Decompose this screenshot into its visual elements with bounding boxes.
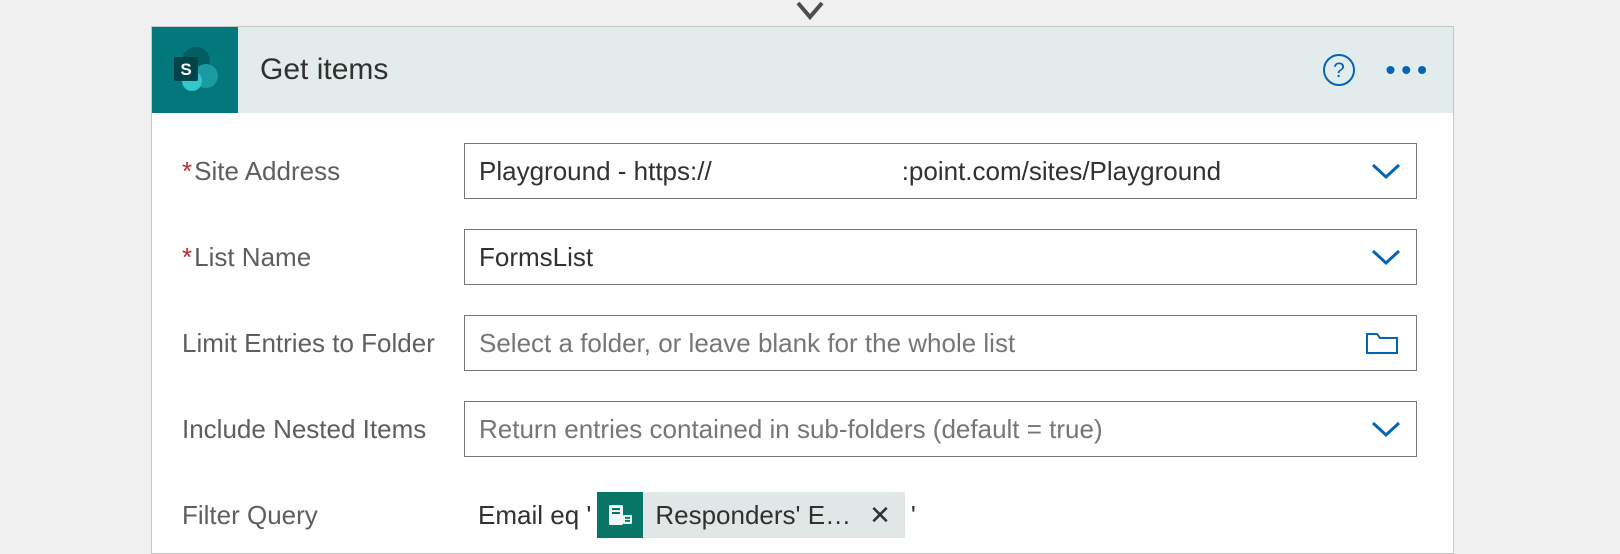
limit-folder-input[interactable]: Select a folder, or leave blank for the … [464,315,1417,371]
chevron-down-icon[interactable] [1362,248,1402,266]
card-title: Get items [260,53,388,87]
include-nested-input[interactable]: Return entries contained in sub-folders … [464,401,1417,457]
limit-folder-label: Limit Entries to Folder [182,328,464,359]
flow-arrow-icon [795,0,825,24]
more-menu-icon[interactable]: ••• [1386,54,1433,86]
filter-query-input[interactable]: Email eq ' Responde [464,487,1417,543]
include-nested-label: Include Nested Items [182,414,464,445]
site-address-input[interactable]: Playground - https://:point.com/sites/Pl… [464,143,1417,199]
card-body: *Site Address Playground - https://:poin… [152,113,1453,553]
dynamic-content-token[interactable]: Responders' E… ✕ [597,492,905,538]
token-label: Responders' E… [655,500,851,531]
filter-query-label: Filter Query [182,500,464,531]
card-header[interactable]: S Get items ? ••• [152,27,1453,113]
forms-icon [597,492,643,538]
token-remove-icon[interactable]: ✕ [863,500,897,531]
folder-icon[interactable] [1362,330,1402,356]
help-icon[interactable]: ? [1322,53,1356,87]
list-name-label: *List Name [182,242,464,273]
sharepoint-icon: S [152,27,238,113]
svg-text:?: ? [1333,59,1345,82]
filter-prefix-text: Email eq ' [478,500,591,531]
chevron-down-icon[interactable] [1362,420,1402,438]
filter-suffix-text: ' [911,500,916,531]
chevron-down-icon[interactable] [1362,162,1402,180]
action-card: S Get items ? ••• *Site Address Playgrou… [151,26,1454,554]
list-name-input[interactable]: FormsList [464,229,1417,285]
site-address-label: *Site Address [182,156,464,187]
svg-text:S: S [180,60,191,79]
